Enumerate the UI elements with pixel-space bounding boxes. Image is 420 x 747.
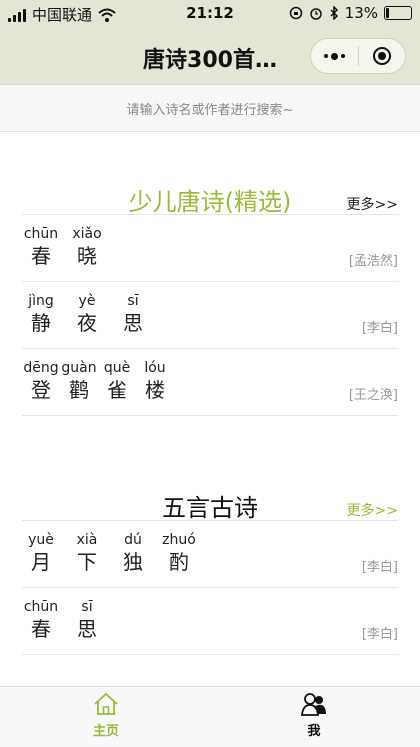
pinyin: què <box>103 360 131 376</box>
poem-item-dengguanquelou[interactable]: dēng 登 guàn 鹳 què 雀 lóu 楼 [王之涣] <box>22 349 398 416</box>
pinyin: guàn <box>61 360 97 376</box>
more-link[interactable]: 更多>> <box>347 500 398 520</box>
mini-program-capsule <box>310 38 406 74</box>
section-wuyan-gushi: 五言古诗 更多>> yuè 月 xià 下 dú 独 zhuó 酌 [李白] chūn 春… <box>22 438 398 655</box>
pinyin: zhuó <box>162 532 196 548</box>
more-dots-icon <box>323 52 345 60</box>
section-title: 少儿唐诗(精选) <box>128 188 292 216</box>
hanzi: 思 <box>77 617 97 641</box>
target-icon <box>372 47 391 65</box>
poem-item-chunxiao[interactable]: chūn 春 xiǎo 晓 [孟浩然] <box>22 215 398 282</box>
bluetooth-icon <box>330 6 338 20</box>
poem-author: [王之涣] <box>348 388 398 403</box>
poem-author: [李白] <box>361 560 398 575</box>
hanzi: 登 <box>31 378 51 402</box>
section-header: 五言古诗 更多>> <box>22 438 398 522</box>
nav-bar: 唐诗300首… <box>0 28 420 85</box>
lock-rotation-icon <box>289 6 302 20</box>
pinyin: sī <box>127 293 139 309</box>
hanzi: 酌 <box>169 550 189 574</box>
section-shaoer-tangshi: 少儿唐诗(精选) 更多>> chūn 春 xiǎo 晓 [孟浩然] jìng 静 yè… <box>22 132 398 416</box>
tab-label: 我 <box>307 724 321 739</box>
tab-label: 主页 <box>92 724 119 739</box>
user-icon <box>301 693 326 716</box>
alarm-icon <box>309 8 322 20</box>
section-title: 五言古诗 <box>162 494 258 522</box>
tab-bar: 主页 我 <box>0 686 420 747</box>
poem-item-chunsi[interactable]: chūn 春 sī 思 [李白] <box>22 588 398 655</box>
hanzi: 晓 <box>77 244 97 268</box>
pinyin: dú <box>124 532 142 548</box>
pinyin: yuè <box>28 532 54 548</box>
pinyin: yè <box>78 293 96 309</box>
pinyin: chūn <box>23 599 59 615</box>
hanzi: 春 <box>31 617 51 641</box>
battery-icon <box>384 6 412 20</box>
home-icon <box>94 693 118 715</box>
poem-author: [孟浩然] <box>348 254 398 269</box>
battery-percent: 13% <box>344 4 378 22</box>
hanzi: 雀 <box>107 378 127 402</box>
more-menu-button[interactable] <box>311 39 358 73</box>
pinyin: xià <box>76 532 98 548</box>
poem-item-yuexiaduzhuo[interactable]: yuè 月 xià 下 dú 独 zhuó 酌 [李白] <box>22 521 398 588</box>
hanzi: 楼 <box>145 378 165 402</box>
poem-author: [李白] <box>361 627 398 642</box>
tab-me[interactable]: 我 <box>254 691 374 739</box>
search-input[interactable]: 请输入诗名或作者进行搜索~ <box>0 85 420 132</box>
pinyin: chūn <box>23 226 59 242</box>
close-mini-program-button[interactable] <box>359 39 406 73</box>
pinyin: lóu <box>144 360 166 376</box>
pinyin: sī <box>81 599 93 615</box>
poem-item-jingyesi[interactable]: jìng 静 yè 夜 sī 思 [李白] <box>22 282 398 349</box>
status-right: 13% <box>289 4 412 22</box>
pinyin: dēng <box>23 360 59 376</box>
hanzi: 独 <box>123 550 143 574</box>
battery-level <box>386 8 390 18</box>
status-bar: 中国联通 21:12 13% <box>0 0 420 28</box>
hanzi: 鹳 <box>69 378 89 402</box>
tab-home[interactable]: 主页 <box>46 691 166 739</box>
section-header: 少儿唐诗(精选) 更多>> <box>22 132 398 216</box>
hanzi: 夜 <box>77 311 97 335</box>
hanzi: 下 <box>77 550 97 574</box>
hanzi: 春 <box>31 244 51 268</box>
pinyin: jìng <box>28 293 54 309</box>
more-link[interactable]: 更多>> <box>347 194 398 214</box>
poem-list: 少儿唐诗(精选) 更多>> chūn 春 xiǎo 晓 [孟浩然] jìng 静 yè… <box>0 132 420 685</box>
hanzi: 思 <box>123 311 143 335</box>
hanzi: 静 <box>31 311 51 335</box>
poem-author: [李白] <box>361 321 398 336</box>
pinyin: xiǎo <box>72 226 102 242</box>
search-placeholder: 请输入诗名或作者进行搜索~ <box>126 102 294 118</box>
hanzi: 月 <box>31 550 51 574</box>
